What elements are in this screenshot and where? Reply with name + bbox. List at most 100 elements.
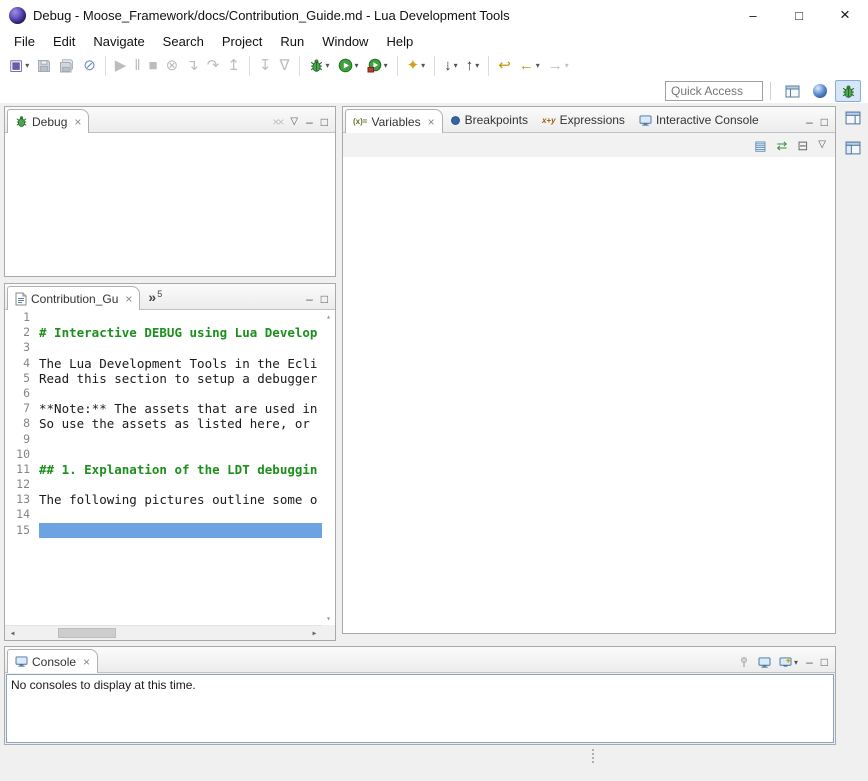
editor-line[interactable]: 11## 1. Explanation of the LDT debuggin: [5, 462, 322, 477]
editor-vertical-scrollbar[interactable]: ▴ ▾: [322, 310, 335, 625]
menu-help[interactable]: Help: [377, 32, 422, 51]
debug-tab-bug-icon: [15, 115, 28, 128]
disconnect-button[interactable]: ⊗: [163, 56, 182, 75]
show-logical-structure-button[interactable]: ▤: [754, 138, 766, 153]
quick-access-input[interactable]: [665, 81, 763, 101]
editor-line[interactable]: 1: [5, 310, 322, 325]
last-edit-location-button[interactable]: ↩: [495, 56, 514, 75]
next-annotation-button[interactable]: ↓ ▾: [441, 56, 461, 75]
step-filters-icon: ∇: [279, 58, 289, 73]
close-icon[interactable]: ×: [74, 115, 81, 129]
run-button[interactable]: ▾: [335, 56, 362, 75]
editor-line[interactable]: 5Read this section to setup a debugger: [5, 371, 322, 386]
editor-line[interactable]: 9: [5, 432, 322, 447]
save-all-button[interactable]: [56, 57, 78, 75]
drop-to-frame-button[interactable]: ↧: [256, 56, 275, 75]
menu-window[interactable]: Window: [313, 32, 377, 51]
menu-edit[interactable]: Edit: [44, 32, 84, 51]
menu-navigate[interactable]: Navigate: [84, 32, 153, 51]
close-icon[interactable]: ×: [428, 115, 435, 129]
window-close-button[interactable]: ×: [822, 0, 868, 30]
editor-line[interactable]: 10: [5, 447, 322, 462]
step-return-button[interactable]: ↥: [224, 56, 243, 75]
editor-line[interactable]: 7**Note:** The assets that are used in: [5, 401, 322, 416]
menu-search[interactable]: Search: [154, 32, 213, 51]
suspend-button[interactable]: ‖: [131, 56, 143, 75]
resume-button[interactable]: ▶: [112, 56, 130, 75]
editor-line[interactable]: 12: [5, 477, 322, 492]
scrollbar-thumb[interactable]: [58, 628, 116, 638]
ldt-perspective-button[interactable]: [807, 80, 833, 102]
variables-view-content[interactable]: [343, 157, 835, 633]
open-console-button[interactable]: ▾: [779, 657, 798, 668]
tab-expressions[interactable]: x+y Expressions: [535, 108, 632, 132]
scroll-up-icon[interactable]: ▴: [326, 312, 331, 321]
maximize-view-button[interactable]: □: [321, 116, 328, 128]
scrollbar-track[interactable]: [20, 626, 307, 640]
collapse-all-button[interactable]: ⊟: [797, 138, 808, 153]
search-button[interactable]: ✦ ▾: [404, 56, 429, 75]
editor-line-selected[interactable]: 15: [5, 523, 322, 538]
back-button[interactable]: ← ▾: [516, 56, 543, 75]
editor-line[interactable]: 2# Interactive DEBUG using Lua Develop: [5, 325, 322, 340]
tab-console[interactable]: Console ×: [7, 649, 98, 673]
menu-project[interactable]: Project: [213, 32, 271, 51]
view-menu-button[interactable]: ▽: [818, 139, 826, 151]
skip-all-breakpoints-button[interactable]: ⊘: [80, 56, 99, 75]
editor-line[interactable]: 3: [5, 340, 322, 355]
scroll-down-icon[interactable]: ▾: [326, 614, 331, 623]
tab-debug[interactable]: Debug ×: [7, 109, 89, 133]
minimized-view-button[interactable]: [842, 138, 864, 158]
editor-line[interactable]: 6: [5, 386, 322, 401]
tab-contribution-guide[interactable]: Contribution_Gu ×: [7, 286, 140, 310]
console-icon: [15, 656, 28, 667]
new-icon: ▣: [9, 58, 23, 73]
close-icon[interactable]: ×: [125, 292, 132, 306]
debug-perspective-button[interactable]: [835, 80, 861, 102]
use-step-filters-button[interactable]: ∇: [276, 56, 292, 75]
window-minimize-button[interactable]: –: [730, 0, 776, 30]
editor-horizontal-scrollbar[interactable]: ◂ ▸: [5, 625, 322, 640]
close-icon[interactable]: ×: [83, 655, 90, 669]
menu-run[interactable]: Run: [271, 32, 313, 51]
scroll-left-icon[interactable]: ◂: [5, 626, 20, 640]
minimize-view-button[interactable]: –: [306, 293, 313, 305]
minimized-view-button[interactable]: [842, 108, 864, 128]
view-menu-button[interactable]: ▽: [290, 116, 298, 128]
debug-button[interactable]: ▾: [306, 56, 333, 75]
maximize-view-button[interactable]: □: [821, 116, 828, 128]
debug-view-content[interactable]: [5, 133, 335, 276]
tab-interactive-console[interactable]: Interactive Console: [632, 108, 766, 132]
editor-line[interactable]: 14: [5, 507, 322, 522]
bottom-sash-handle[interactable]: [592, 749, 594, 763]
step-over-button[interactable]: ↷: [204, 56, 223, 75]
pin-console-icon[interactable]: [738, 656, 750, 668]
minimize-view-button[interactable]: –: [806, 656, 813, 668]
terminate-button[interactable]: ■: [146, 56, 161, 75]
maximize-view-button[interactable]: □: [821, 656, 828, 668]
link-with-debug-button[interactable]: ⇄: [776, 138, 787, 153]
external-tools-button[interactable]: ▾: [364, 56, 391, 75]
tab-breakpoints[interactable]: Breakpoints: [443, 108, 535, 132]
minimize-view-button[interactable]: –: [806, 116, 813, 128]
display-selected-console-icon[interactable]: [758, 657, 771, 668]
scroll-right-icon[interactable]: ▸: [307, 626, 322, 640]
editor-tab-overflow-button[interactable]: » 5: [140, 285, 170, 309]
window-maximize-button[interactable]: □: [776, 0, 822, 30]
menu-file[interactable]: File: [5, 32, 44, 51]
forward-button[interactable]: → ▾: [545, 56, 572, 75]
tab-variables[interactable]: (x)= Variables ×: [345, 109, 443, 133]
console-message-area[interactable]: No consoles to display at this time.: [6, 674, 834, 743]
external-tools-icon: [367, 58, 382, 73]
open-perspective-button[interactable]: [779, 80, 805, 102]
new-button[interactable]: ▣ ▾: [6, 56, 32, 75]
previous-annotation-button[interactable]: ↑ ▾: [463, 56, 483, 75]
save-button[interactable]: [34, 57, 54, 75]
minimize-view-button[interactable]: –: [306, 116, 313, 128]
editor-line[interactable]: 8So use the assets as listed here, or: [5, 416, 322, 431]
step-into-button[interactable]: ↴: [183, 56, 202, 75]
maximize-view-button[interactable]: □: [321, 293, 328, 305]
editor-line[interactable]: 13The following pictures outline some o: [5, 492, 322, 507]
editor-line[interactable]: 4The Lua Development Tools in the Ecli: [5, 356, 322, 371]
remove-all-terminated-button[interactable]: ××: [272, 116, 282, 128]
